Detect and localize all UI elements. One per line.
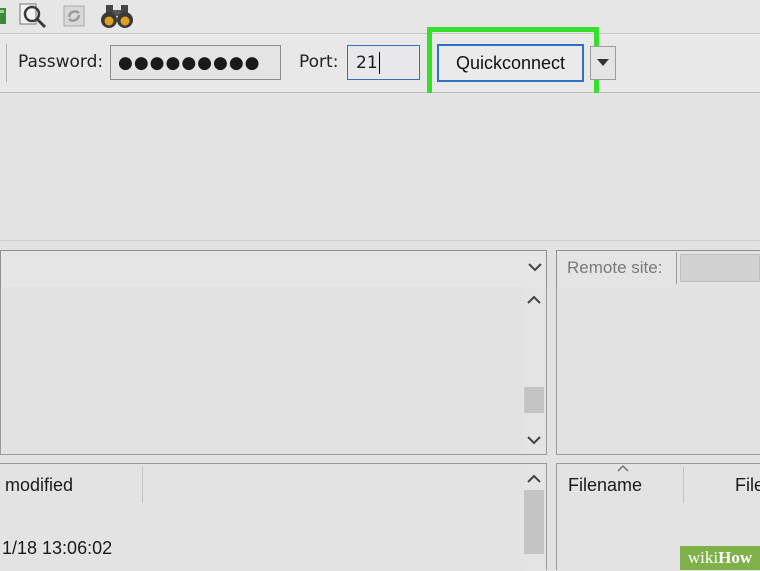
column-header-filetype[interactable]: File <box>735 475 760 496</box>
remote-site-input[interactable] <box>680 254 760 282</box>
toolbar-divider <box>6 44 7 82</box>
wikihow-watermark: wiki How <box>680 546 760 570</box>
port-label: Port: <box>299 52 339 72</box>
text-caret <box>378 51 380 74</box>
dropdown-arrow-icon <box>597 59 609 66</box>
password-value: ●●●●●●●●● <box>118 52 261 73</box>
remote-directory-tree[interactable] <box>556 287 760 455</box>
quickconnect-button[interactable]: Quickconnect <box>437 44 584 82</box>
binoculars-icon[interactable] <box>99 2 135 30</box>
column-divider <box>683 467 684 503</box>
search-remote-icon[interactable] <box>18 2 48 30</box>
local-directory-tree[interactable] <box>0 287 547 455</box>
port-field[interactable]: 21 <box>347 45 420 80</box>
password-label: Password: <box>18 52 104 72</box>
sort-ascending-icon <box>617 465 629 472</box>
refresh-icon[interactable] <box>60 2 88 30</box>
scroll-thumb[interactable] <box>524 387 544 413</box>
column-header-modified[interactable]: modified <box>5 475 73 496</box>
quickconnect-dropdown-button[interactable] <box>590 46 616 80</box>
scroll-up-icon[interactable] <box>527 474 541 484</box>
scroll-up-icon[interactable] <box>527 295 541 305</box>
local-file-list[interactable]: modified 1/18 13:06:02 <box>0 463 547 571</box>
port-value: 21 <box>356 52 378 73</box>
column-divider <box>142 467 143 503</box>
message-log <box>0 93 760 241</box>
remote-site-label: Remote site: <box>557 252 677 284</box>
local-tree-scrollbar[interactable] <box>522 287 546 453</box>
watermark-wiki: wiki <box>687 548 719 567</box>
site-manager-icon[interactable] <box>0 2 10 30</box>
watermark-how: How <box>718 548 753 567</box>
local-list-scrollbar[interactable] <box>522 464 546 571</box>
password-field[interactable]: ●●●●●●●●● <box>110 45 281 80</box>
column-header-filename[interactable]: Filename <box>568 475 642 496</box>
list-item-modified-date[interactable]: 1/18 13:06:02 <box>2 538 112 559</box>
toolbar <box>0 0 760 34</box>
scroll-thumb[interactable] <box>524 490 544 554</box>
scroll-down-icon[interactable] <box>527 435 541 445</box>
local-path-dropdown[interactable] <box>0 250 547 288</box>
chevron-down-icon <box>528 263 542 272</box>
